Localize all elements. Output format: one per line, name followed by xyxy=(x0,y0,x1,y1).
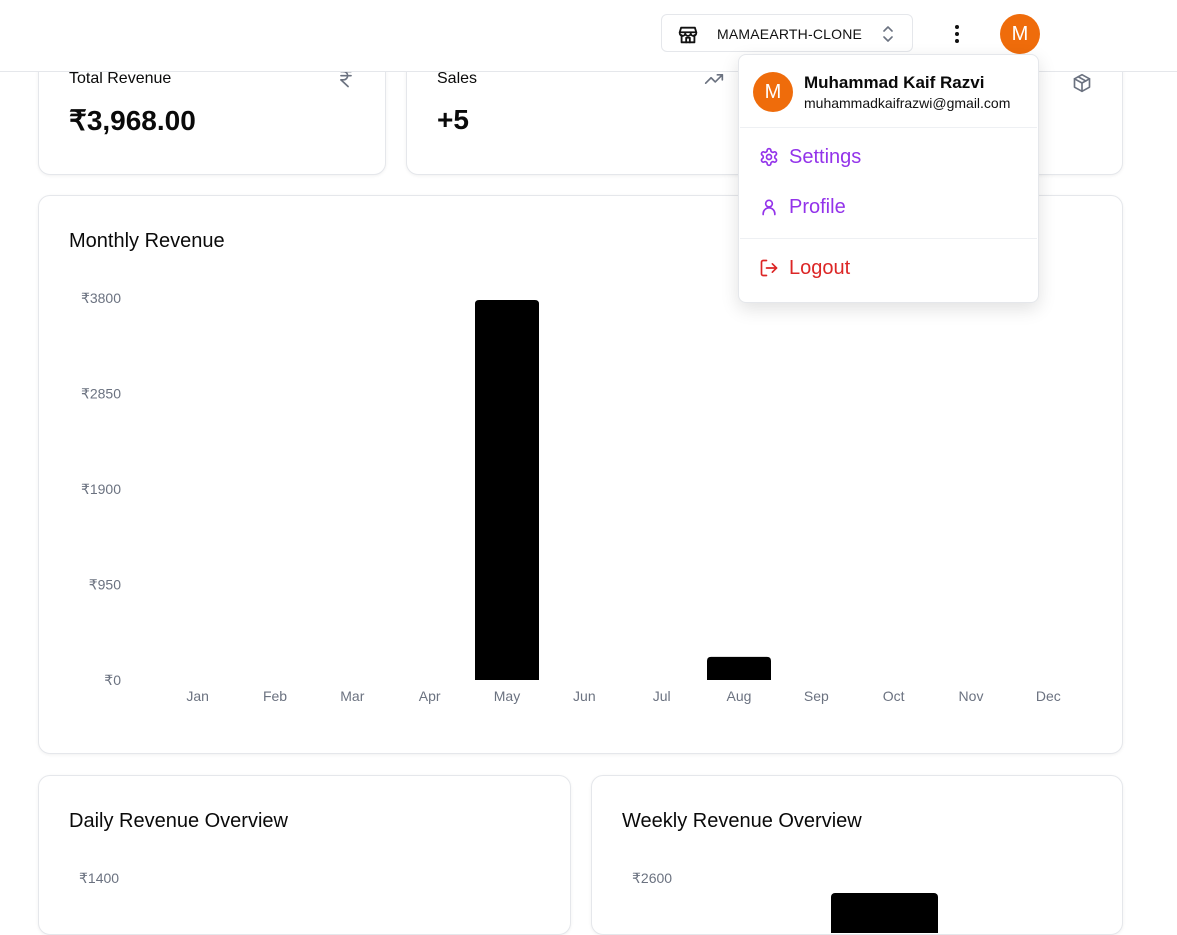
x-tick-label: Apr xyxy=(419,688,441,704)
stat-value: +5 xyxy=(437,104,469,135)
y-tick-label: ₹950 xyxy=(89,577,121,593)
x-tick-label: May xyxy=(494,688,520,704)
stat-value: ₹3,968.00 xyxy=(69,105,196,136)
avatar: M xyxy=(753,72,793,112)
x-tick-label: Nov xyxy=(959,688,984,704)
chart-title: Daily Revenue Overview xyxy=(69,810,288,832)
user-avatar-button[interactable]: M xyxy=(1000,14,1040,54)
rupee-icon xyxy=(340,70,352,88)
y-tick-label: ₹0 xyxy=(104,672,121,688)
x-tick-label: Sep xyxy=(804,688,829,704)
menu-divider xyxy=(740,238,1037,239)
x-tick-label: Jan xyxy=(186,688,209,704)
daily-revenue-card: Daily Revenue Overview ₹1400 xyxy=(38,775,571,935)
y-tick-label: ₹2850 xyxy=(81,386,121,402)
package-icon xyxy=(1073,73,1091,93)
x-tick-label: Mar xyxy=(340,688,364,704)
chart-title: Weekly Revenue Overview xyxy=(622,810,862,832)
x-tick-label: Feb xyxy=(263,688,287,704)
weekly-revenue-card: Weekly Revenue Overview ₹2600 xyxy=(591,775,1123,935)
y-tick-label: ₹3800 xyxy=(81,290,121,306)
x-tick-label: Dec xyxy=(1036,688,1061,704)
store-name: MAMAEARTH-CLONE xyxy=(717,26,863,42)
menu-item-logout[interactable]: Logout xyxy=(747,248,1030,288)
user-email: muhammadkaifrazwi@gmail.com xyxy=(804,95,1011,111)
more-options-icon[interactable] xyxy=(945,20,969,48)
menu-item-settings[interactable]: Settings xyxy=(747,137,1030,177)
bar-aug xyxy=(707,656,771,680)
user-icon xyxy=(762,199,776,216)
y-tick-label: ₹1900 xyxy=(81,481,121,497)
x-tick-label: Aug xyxy=(727,688,752,704)
trending-up-icon xyxy=(704,74,724,84)
logout-icon xyxy=(760,259,778,277)
y-tick-label: ₹2600 xyxy=(632,870,673,886)
x-tick-label: Jul xyxy=(653,688,671,704)
user-name: Muhammad Kaif Razvi xyxy=(804,73,985,92)
stat-label: Sales xyxy=(437,70,478,87)
menu-item-label: Logout xyxy=(789,257,851,279)
chevrons-up-down-icon xyxy=(883,26,893,42)
x-tick-label: Oct xyxy=(883,688,905,704)
bar-may xyxy=(475,300,539,680)
store-icon xyxy=(678,26,698,44)
store-switcher[interactable]: MAMAEARTH-CLONE xyxy=(661,14,913,52)
menu-item-label: Profile xyxy=(789,196,846,218)
menu-item-label: Settings xyxy=(789,146,862,168)
y-tick-label: ₹1400 xyxy=(79,870,120,886)
x-tick-label: Jun xyxy=(573,688,596,704)
menu-divider xyxy=(740,127,1037,128)
menu-item-profile[interactable]: Profile xyxy=(747,187,1030,227)
gear-icon xyxy=(760,147,778,167)
chart-bar xyxy=(831,893,938,933)
user-dropdown-menu: M Muhammad Kaif Razvi muhammadkaifrazwi@… xyxy=(738,54,1039,303)
stat-label: Total Revenue xyxy=(69,70,172,87)
